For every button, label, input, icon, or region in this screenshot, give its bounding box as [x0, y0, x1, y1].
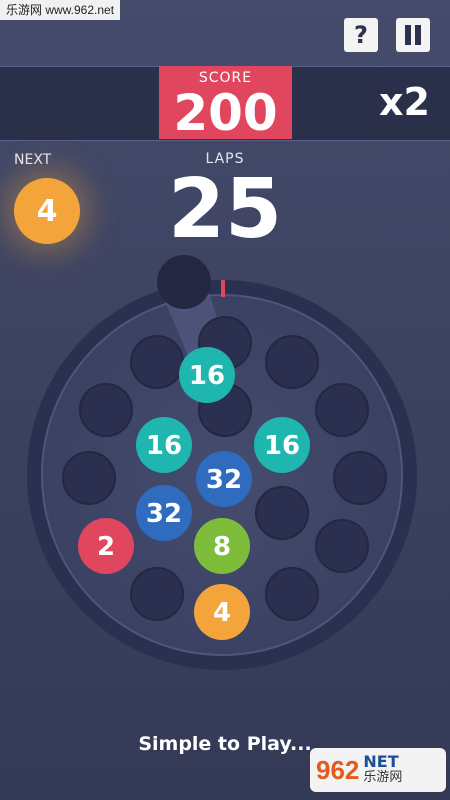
svg-text:8: 8: [213, 532, 231, 562]
svg-text:32: 32: [206, 465, 242, 495]
svg-text:16: 16: [146, 431, 182, 461]
multiplier: x2: [379, 80, 430, 124]
empty-slot: [130, 567, 184, 621]
watermark-logo-num: 962: [316, 754, 360, 785]
help-button[interactable]: ?: [344, 18, 378, 52]
game-board[interactable]: 16 16 16 32 32 2 8 4: [0, 250, 450, 690]
svg-text:32: 32: [146, 499, 182, 529]
svg-text:16: 16: [189, 361, 225, 391]
ball: 8: [194, 518, 250, 574]
svg-text:2: 2: [97, 532, 115, 562]
ball: 16: [254, 417, 310, 473]
svg-text:16: 16: [264, 431, 300, 461]
lap-marker: [221, 280, 225, 297]
svg-text:4: 4: [213, 598, 231, 628]
empty-slot: [265, 567, 319, 621]
laps-value: 25: [167, 162, 283, 257]
watermark-logo-net: NET: [363, 752, 399, 771]
ball: 32: [136, 485, 192, 541]
pause-icon-bar: [415, 25, 421, 45]
ball: 32: [196, 451, 252, 507]
score-value: 200: [173, 84, 278, 142]
empty-slot: [255, 486, 309, 540]
pause-button[interactable]: [396, 18, 430, 52]
ball: 16: [179, 347, 235, 403]
watermark-site: 乐游网 www.962.net: [0, 0, 121, 20]
ball: 16: [136, 417, 192, 473]
watermark-logo-cn: 乐游网: [363, 770, 403, 785]
ball: 2: [78, 518, 134, 574]
pause-icon: [405, 25, 411, 45]
watermark-logo: 962 NET 乐游网: [310, 748, 446, 792]
empty-slot: [265, 335, 319, 389]
empty-slot: [79, 383, 133, 437]
empty-slot: [315, 383, 369, 437]
launcher: [157, 255, 211, 309]
ball: 4: [194, 584, 250, 640]
empty-slot: [315, 519, 369, 573]
empty-slot: [333, 451, 387, 505]
score-box: SCORE 200: [159, 66, 292, 139]
empty-slot: [130, 335, 184, 389]
empty-slot: [62, 451, 116, 505]
